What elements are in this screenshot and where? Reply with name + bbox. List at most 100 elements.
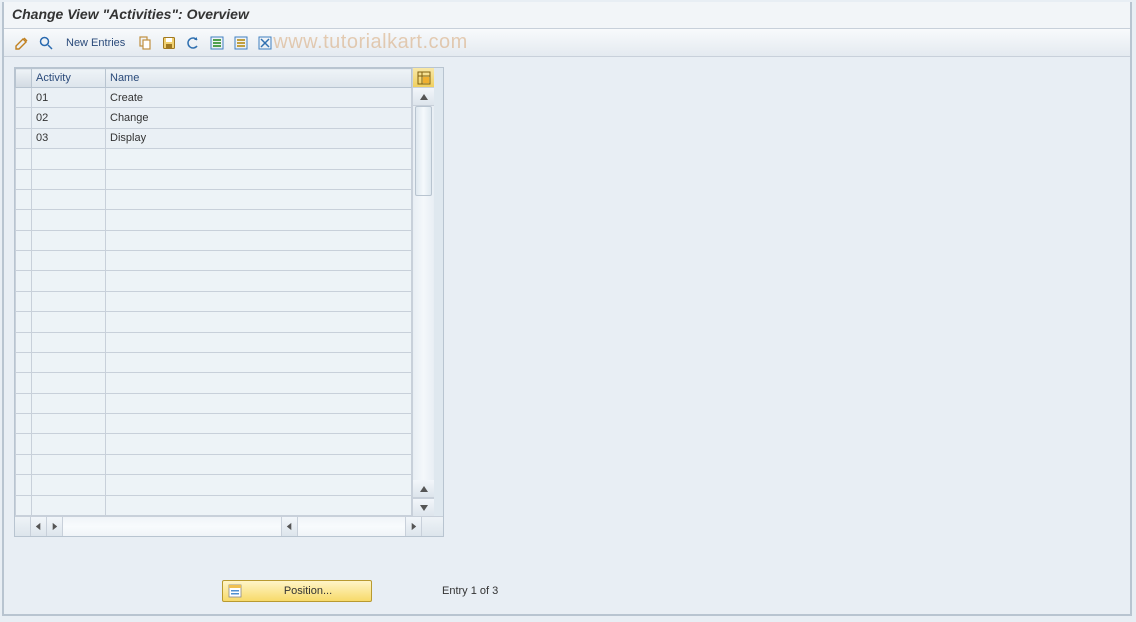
table-row[interactable] [16, 454, 412, 474]
table-row[interactable]: 03Display [16, 128, 412, 148]
copy-icon[interactable] [135, 33, 155, 53]
cell-name[interactable] [106, 454, 412, 474]
table-row[interactable] [16, 373, 412, 393]
table-row[interactable] [16, 189, 412, 209]
table-row[interactable] [16, 495, 412, 516]
select-all-icon[interactable] [207, 33, 227, 53]
table-row[interactable] [16, 393, 412, 413]
cell-activity[interactable] [32, 332, 106, 352]
cell-activity[interactable] [32, 414, 106, 434]
table-row[interactable] [16, 414, 412, 434]
scroll-up-button[interactable] [413, 88, 434, 106]
col-header-name[interactable]: Name [106, 69, 412, 88]
table-row[interactable] [16, 434, 412, 454]
hscroll-left-button[interactable] [31, 517, 47, 536]
cell-activity[interactable] [32, 149, 106, 169]
row-selector[interactable] [16, 332, 32, 352]
table-row[interactable] [16, 475, 412, 495]
row-selector[interactable] [16, 210, 32, 230]
scroll-up-button-2[interactable] [413, 480, 434, 498]
row-selector[interactable] [16, 251, 32, 271]
cell-name[interactable]: Change [106, 108, 412, 128]
row-selector[interactable] [16, 454, 32, 474]
row-selector[interactable] [16, 312, 32, 332]
row-selector[interactable] [16, 189, 32, 209]
cell-activity[interactable] [32, 251, 106, 271]
cell-activity[interactable] [32, 352, 106, 372]
hscroll-track-1[interactable] [63, 517, 281, 536]
row-selector[interactable] [16, 108, 32, 128]
position-button[interactable]: Position... [222, 580, 372, 602]
cell-activity[interactable] [32, 495, 106, 516]
table-row[interactable] [16, 332, 412, 352]
cell-activity[interactable] [32, 169, 106, 189]
table-row[interactable] [16, 271, 412, 291]
cell-name[interactable] [106, 230, 412, 250]
scroll-thumb[interactable] [415, 106, 432, 196]
row-selector[interactable] [16, 352, 32, 372]
row-selector[interactable] [16, 393, 32, 413]
table-row[interactable]: 02Change [16, 108, 412, 128]
cell-name[interactable] [106, 352, 412, 372]
cell-activity[interactable] [32, 312, 106, 332]
table-row[interactable] [16, 291, 412, 311]
cell-name[interactable] [106, 373, 412, 393]
deselect-all-icon[interactable] [231, 33, 251, 53]
cell-activity[interactable] [32, 393, 106, 413]
table-settings-icon[interactable] [413, 68, 434, 88]
cell-name[interactable] [106, 169, 412, 189]
cell-activity[interactable]: 03 [32, 128, 106, 148]
cell-name[interactable]: Display [106, 128, 412, 148]
row-selector[interactable] [16, 373, 32, 393]
cell-name[interactable] [106, 434, 412, 454]
cell-activity[interactable] [32, 454, 106, 474]
row-selector[interactable] [16, 128, 32, 148]
row-selector[interactable] [16, 88, 32, 108]
cell-name[interactable] [106, 414, 412, 434]
table-row[interactable] [16, 352, 412, 372]
row-selector[interactable] [16, 149, 32, 169]
row-selector[interactable] [16, 434, 32, 454]
cell-activity[interactable] [32, 475, 106, 495]
scroll-down-button[interactable] [413, 498, 434, 516]
cell-activity[interactable] [32, 210, 106, 230]
cell-name[interactable] [106, 332, 412, 352]
cell-activity[interactable] [32, 291, 106, 311]
table-row[interactable] [16, 312, 412, 332]
hscroll-left-button-2[interactable] [282, 517, 298, 536]
scroll-track[interactable] [413, 106, 434, 480]
undo-icon[interactable] [183, 33, 203, 53]
change-icon[interactable] [12, 33, 32, 53]
cell-name[interactable] [106, 210, 412, 230]
new-entries-button[interactable]: New Entries [60, 33, 131, 53]
table-row[interactable] [16, 251, 412, 271]
table-row[interactable] [16, 149, 412, 169]
row-selector[interactable] [16, 495, 32, 516]
table-row[interactable]: 01Create [16, 88, 412, 108]
hscroll-track-2[interactable] [298, 517, 405, 536]
cell-name[interactable]: Create [106, 88, 412, 108]
col-header-activity[interactable]: Activity [32, 69, 106, 88]
cell-activity[interactable] [32, 189, 106, 209]
cell-activity[interactable]: 02 [32, 108, 106, 128]
row-selector[interactable] [16, 230, 32, 250]
row-selector[interactable] [16, 414, 32, 434]
cell-activity[interactable] [32, 434, 106, 454]
table-row[interactable] [16, 230, 412, 250]
cell-name[interactable] [106, 393, 412, 413]
hscroll-right-button-2[interactable] [405, 517, 421, 536]
table-row[interactable] [16, 210, 412, 230]
cell-activity[interactable] [32, 271, 106, 291]
cell-name[interactable] [106, 271, 412, 291]
cell-name[interactable] [106, 291, 412, 311]
delete-icon[interactable] [255, 33, 275, 53]
cell-name[interactable] [106, 475, 412, 495]
cell-activity[interactable] [32, 230, 106, 250]
cell-activity[interactable]: 01 [32, 88, 106, 108]
table-row[interactable] [16, 169, 412, 189]
row-selector[interactable] [16, 271, 32, 291]
cell-name[interactable] [106, 495, 412, 516]
cell-name[interactable] [106, 312, 412, 332]
cell-name[interactable] [106, 251, 412, 271]
row-selector[interactable] [16, 291, 32, 311]
